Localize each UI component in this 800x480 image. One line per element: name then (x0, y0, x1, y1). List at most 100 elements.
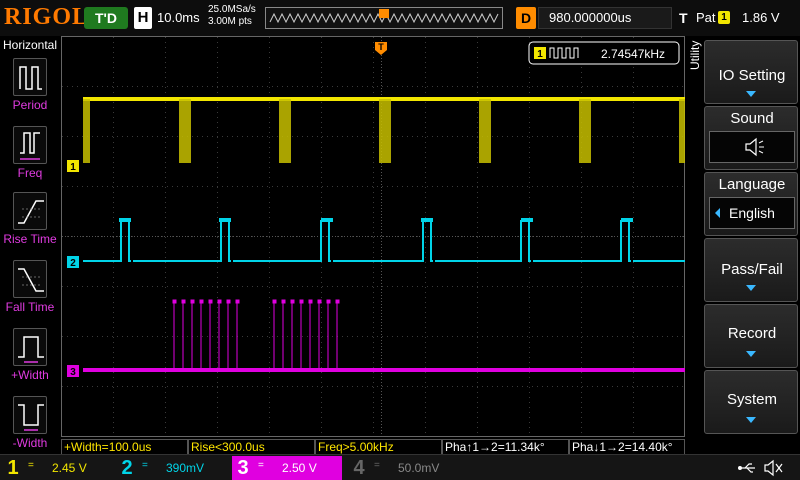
ch4-status[interactable]: 4 = 50.0mV (348, 456, 458, 480)
measure-positive-width-button[interactable]: +Width (0, 324, 60, 388)
trigger-position-marker (379, 9, 389, 18)
trigger-source-badge: 1 (718, 11, 730, 24)
ch1-number: 1 (7, 457, 19, 479)
chevron-down-icon (746, 91, 756, 97)
utility-menu: Utility IO Setting Sound Language Englis… (686, 36, 800, 438)
utility-tab[interactable]: Utility (686, 40, 702, 430)
io-setting-button[interactable]: IO Setting (704, 40, 798, 104)
horizontal-measure-panel: Horizontal Period Freq Rise Time Fall Ti… (0, 36, 60, 454)
measurement-phase-rise[interactable]: Pha↑1→2=11.34k° (442, 439, 569, 454)
ch3-pulse-top (317, 299, 322, 304)
ch3-number: 3 (237, 457, 249, 479)
ch2-status[interactable]: 2 = 390mV (116, 456, 226, 480)
ch1-scale: 2.45 V (52, 461, 87, 475)
freq-counter-channel: 1 (537, 49, 543, 60)
chevron-down-icon (746, 417, 756, 423)
ch2-number: 2 (121, 457, 133, 479)
panel-title: Horizontal (2, 38, 58, 52)
memory-overview-bar[interactable] (265, 7, 503, 29)
fall-time-icon (13, 260, 47, 298)
sound-label: Sound (730, 110, 774, 127)
system-label: System (726, 391, 777, 408)
ch3-pulse-top (290, 299, 295, 304)
trigger-status-badge: T'D (84, 7, 128, 29)
measure-rise-time-label: Rise Time (3, 232, 57, 246)
chevron-left-icon (715, 208, 720, 218)
speaker-icon (764, 459, 783, 477)
timebase-value[interactable]: 10.0ms (157, 7, 200, 29)
ch1-marker[interactable]: 1 (67, 160, 79, 173)
measurement-positive-width[interactable]: +Width=100.0us (61, 439, 188, 454)
ch3-pulse-top (335, 299, 340, 304)
ch1-marker-label: 1 (70, 162, 76, 173)
delay-label[interactable]: D (516, 7, 536, 29)
freq-counter-value: 2.74547kHz (601, 47, 665, 61)
record-label: Record (727, 325, 777, 342)
period-icon (13, 58, 47, 96)
ch3-pulse-top (299, 299, 304, 304)
trigger-label[interactable]: T (679, 7, 693, 29)
status-icons (735, 459, 791, 480)
utility-label: Utility (688, 40, 702, 70)
ch3-marker-label: 3 (70, 367, 76, 378)
measurement-phase-fall[interactable]: Pha↓1→2=14.40k° (569, 439, 685, 454)
pass-fail-label: Pass/Fail (721, 261, 783, 278)
measure-negative-width-button[interactable]: -Width (0, 392, 60, 456)
ch3-scale: 2.50 V (282, 461, 317, 475)
measure-period-button[interactable]: Period (0, 54, 60, 118)
waveform-grid: T 1 2 3 1 2.74547kHz (61, 36, 692, 437)
system-button[interactable]: System (704, 370, 798, 434)
ch3-pulse-top (208, 299, 213, 304)
ch1-coupling-icon: = (28, 460, 34, 471)
measure-freq-button[interactable]: Freq (0, 122, 60, 186)
trigger-level[interactable]: 1.86 V (742, 7, 780, 29)
ch3-status[interactable]: 3 = 2.50 V (232, 456, 342, 480)
rigol-logo: RIGOL (4, 4, 90, 30)
horizontal-label[interactable]: H (134, 7, 152, 29)
ch4-number: 4 (353, 457, 365, 479)
measurement-frequency[interactable]: Freq>5.00kHz (315, 439, 442, 454)
ch2-marker[interactable]: 2 (67, 256, 79, 269)
rise-time-icon (13, 192, 47, 230)
ch3-marker[interactable]: 3 (67, 365, 79, 378)
ch4-coupling-icon: = (374, 460, 380, 471)
top-status-bar: RIGOL T'D H 10.0ms 25.0MSa/s 3.00M pts D… (0, 0, 800, 36)
chevron-down-icon (746, 285, 756, 291)
measurement-rise-time[interactable]: Rise<300.0us (188, 439, 315, 454)
ch3-coupling-icon: = (258, 460, 264, 471)
ch3-pulse-top (217, 299, 222, 304)
measurement-bar: +Width=100.0us Rise<300.0us Freq>5.00kHz… (61, 438, 685, 454)
negative-width-icon (13, 396, 47, 434)
trigger-marker-label: T (378, 42, 384, 52)
positive-width-icon (13, 328, 47, 366)
sound-toggle[interactable] (709, 131, 795, 163)
language-select[interactable]: English (709, 197, 795, 229)
waveform-display[interactable]: T 1 2 3 1 2.74547kHz (61, 36, 692, 438)
ch3-pulse-top (181, 299, 186, 304)
measure-rise-time-button[interactable]: Rise Time (0, 188, 60, 252)
sample-rate: 25.0MSa/s (208, 4, 256, 15)
ch1-status[interactable]: 1 = 2.45 V (2, 456, 112, 480)
measure-freq-label: Freq (17, 166, 43, 180)
ch3-pulse-top (281, 299, 286, 304)
io-setting-label: IO Setting (718, 67, 786, 84)
freq-icon (13, 126, 47, 164)
measure-fall-time-label: Fall Time (5, 300, 55, 314)
language-label: Language (718, 176, 786, 193)
sound-button[interactable]: Sound (704, 106, 798, 170)
language-button[interactable]: Language English (704, 172, 798, 236)
channel-status-bar: 1 = 2.45 V 2 = 390mV 3 = 2.50 V 4 = 50.0… (0, 454, 800, 480)
trigger-type[interactable]: Pat (696, 7, 716, 29)
memory-depth: 3.00M pts (208, 16, 252, 27)
memory-waveform-icon (269, 9, 499, 24)
pass-fail-button[interactable]: Pass/Fail (704, 238, 798, 302)
measure-positive-width-label: +Width (11, 368, 49, 382)
measure-fall-time-button[interactable]: Fall Time (0, 256, 60, 320)
ch3-pulse-top (226, 299, 231, 304)
ch2-marker-label: 2 (70, 258, 76, 269)
ch3-pulse-top (172, 299, 177, 304)
delay-value[interactable]: 980.000000us (538, 7, 672, 29)
record-button[interactable]: Record (704, 304, 798, 368)
ch3-pulse-top (272, 299, 277, 304)
chevron-down-icon (746, 351, 756, 357)
